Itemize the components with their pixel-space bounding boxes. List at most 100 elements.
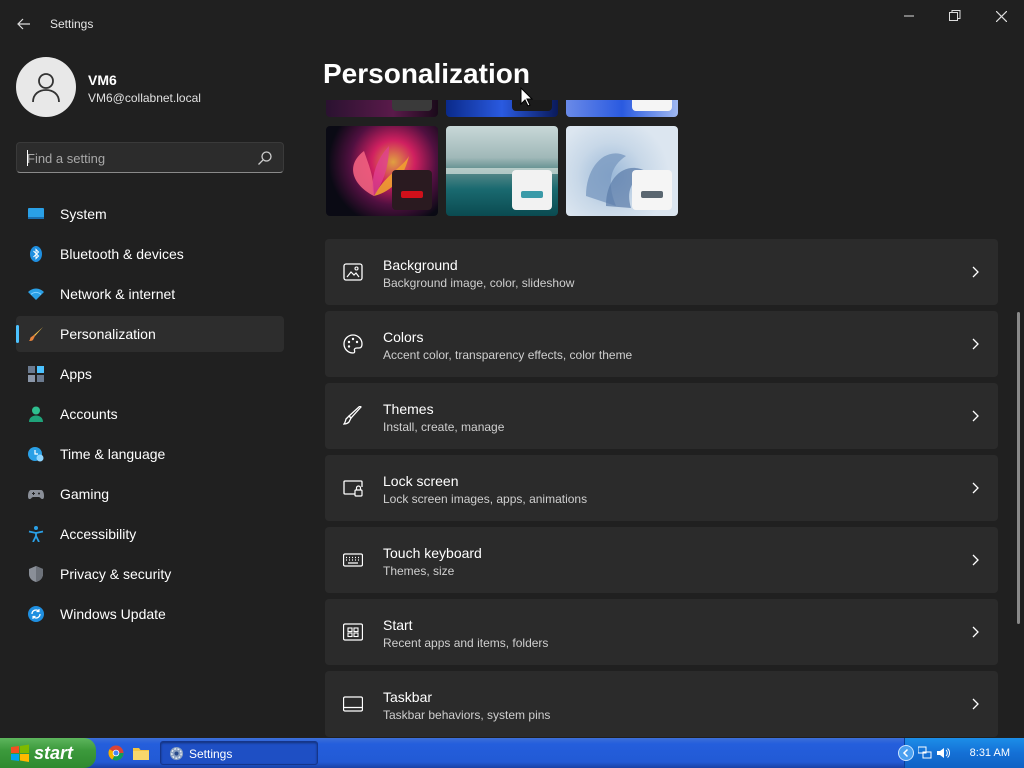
sidebar-item-label: Personalization: [60, 326, 156, 342]
chevron-right-icon: [972, 410, 979, 422]
mouse-cursor-icon: [520, 87, 534, 107]
app-title: Settings: [50, 17, 94, 31]
speaker-icon[interactable]: [936, 746, 950, 760]
card-title: Taskbar: [383, 689, 433, 705]
scrollbar-thumb[interactable]: [1017, 312, 1020, 624]
card-title: Background: [383, 257, 458, 273]
card-title: Touch keyboard: [383, 545, 482, 561]
sidebar-item-label: System: [60, 206, 107, 222]
page-title: Personalization: [323, 58, 530, 89]
sidebar-item-accessibility[interactable]: Accessibility: [16, 516, 284, 552]
card-subtitle: Install, create, manage: [383, 420, 505, 434]
taskbar-icon: [343, 696, 363, 712]
restore-icon: [949, 10, 961, 21]
text-caret: [27, 150, 28, 166]
chevron-right-icon: [972, 554, 979, 566]
taskbar: start Settings 8:31 AM: [0, 738, 1024, 768]
sidebar-item-label: Time & language: [60, 446, 166, 462]
sidebar-item-time-language[interactable]: Time & language: [16, 436, 284, 472]
search-input[interactable]: [27, 149, 247, 167]
image-icon: [343, 263, 363, 281]
update-icon: [28, 606, 44, 622]
close-button[interactable]: [978, 0, 1024, 32]
accessibility-icon: [28, 526, 44, 542]
system-icon: [28, 208, 44, 219]
sidebar-item-label: Bluetooth & devices: [60, 246, 184, 262]
folder-icon[interactable]: [133, 745, 149, 761]
card-lock-screen[interactable]: Lock screen Lock screen images, apps, an…: [325, 455, 998, 521]
start-label: start: [34, 743, 74, 763]
chrome-icon[interactable]: [108, 745, 124, 761]
user-name: VM6: [88, 72, 117, 88]
gear-icon: [169, 746, 184, 761]
taskbar-button-settings[interactable]: Settings: [160, 741, 318, 765]
title-bar: Settings: [0, 0, 1024, 48]
card-subtitle: Lock screen images, apps, animations: [383, 492, 588, 506]
chevron-right-icon: [972, 626, 979, 638]
sidebar-item-label: Windows Update: [60, 606, 166, 622]
tray-expand-icon[interactable]: [898, 745, 914, 761]
sidebar-item-gaming[interactable]: Gaming: [16, 476, 284, 512]
windows-flag-icon: [11, 744, 29, 762]
card-touch-keyboard[interactable]: Touch keyboard Themes, size: [325, 527, 998, 593]
card-title: Colors: [383, 329, 424, 345]
network-icon[interactable]: [918, 746, 932, 760]
theme-thumbnail[interactable]: [326, 100, 438, 117]
theme-preview-window: [512, 170, 552, 210]
clock[interactable]: 8:31 AM: [970, 747, 1010, 759]
card-title: Lock screen: [383, 473, 459, 489]
clock-icon: [28, 447, 44, 462]
card-subtitle: Taskbar behaviors, system pins: [383, 708, 551, 722]
theme-thumbnail-bloom[interactable]: [566, 126, 678, 216]
restore-button[interactable]: [932, 0, 978, 32]
back-arrow-icon: [17, 18, 30, 30]
sidebar-item-privacy-security[interactable]: Privacy & security: [16, 556, 284, 592]
back-button[interactable]: [10, 12, 38, 36]
taskbar-button-label: Settings: [189, 747, 233, 761]
sidebar-item-bluetooth[interactable]: Bluetooth & devices: [16, 236, 284, 272]
wifi-icon: [28, 288, 44, 300]
sidebar-item-personalization[interactable]: Personalization: [16, 316, 284, 352]
search-icon[interactable]: [257, 150, 273, 166]
sidebar-item-label: Accounts: [60, 406, 118, 422]
sidebar-nav: System Bluetooth & devices Network & int…: [16, 196, 284, 636]
apps-icon: [28, 366, 44, 382]
theme-preview-window: [392, 170, 432, 210]
bluetooth-icon: [30, 246, 42, 262]
sidebar-item-system[interactable]: System: [16, 196, 284, 232]
user-email: VM6@collabnet.local: [88, 91, 201, 105]
system-tray: 8:31 AM: [898, 738, 1024, 768]
sidebar-item-apps[interactable]: Apps: [16, 356, 284, 392]
sidebar-item-label: Apps: [60, 366, 92, 382]
search-box[interactable]: [16, 142, 284, 173]
shield-icon: [29, 566, 43, 582]
start-icon: [343, 623, 363, 641]
card-start[interactable]: Start Recent apps and items, folders: [325, 599, 998, 665]
gamepad-icon: [28, 490, 44, 499]
card-subtitle: Recent apps and items, folders: [383, 636, 549, 650]
chevron-right-icon: [972, 482, 979, 494]
card-themes[interactable]: Themes Install, create, manage: [325, 383, 998, 449]
card-taskbar[interactable]: Taskbar Taskbar behaviors, system pins: [325, 671, 998, 737]
card-background[interactable]: Background Background image, color, slid…: [325, 239, 998, 305]
keyboard-icon: [343, 553, 363, 567]
sidebar-item-label: Privacy & security: [60, 566, 172, 582]
card-colors[interactable]: Colors Accent color, transparency effect…: [325, 311, 998, 377]
sidebar-item-label: Network & internet: [60, 286, 176, 302]
sidebar-item-accounts[interactable]: Accounts: [16, 396, 284, 432]
minimize-button[interactable]: [886, 0, 932, 32]
avatar[interactable]: [16, 57, 76, 117]
sidebar-item-windows-update[interactable]: Windows Update: [16, 596, 284, 632]
theme-thumbnail[interactable]: [446, 100, 558, 117]
start-button[interactable]: start: [0, 738, 96, 768]
chevron-right-icon: [972, 266, 979, 278]
sidebar-item-network[interactable]: Network & internet: [16, 276, 284, 312]
theme-thumbnail-glow[interactable]: [326, 126, 438, 216]
theme-thumbnail[interactable]: [566, 100, 678, 117]
sidebar-item-label: Accessibility: [60, 526, 137, 542]
theme-thumbnail-flow[interactable]: [446, 126, 558, 216]
sidebar-item-label: Gaming: [60, 486, 110, 502]
theme-preview-window: [632, 170, 672, 210]
card-subtitle: Accent color, transparency effects, colo…: [383, 348, 633, 362]
card-subtitle: Themes, size: [383, 564, 455, 578]
